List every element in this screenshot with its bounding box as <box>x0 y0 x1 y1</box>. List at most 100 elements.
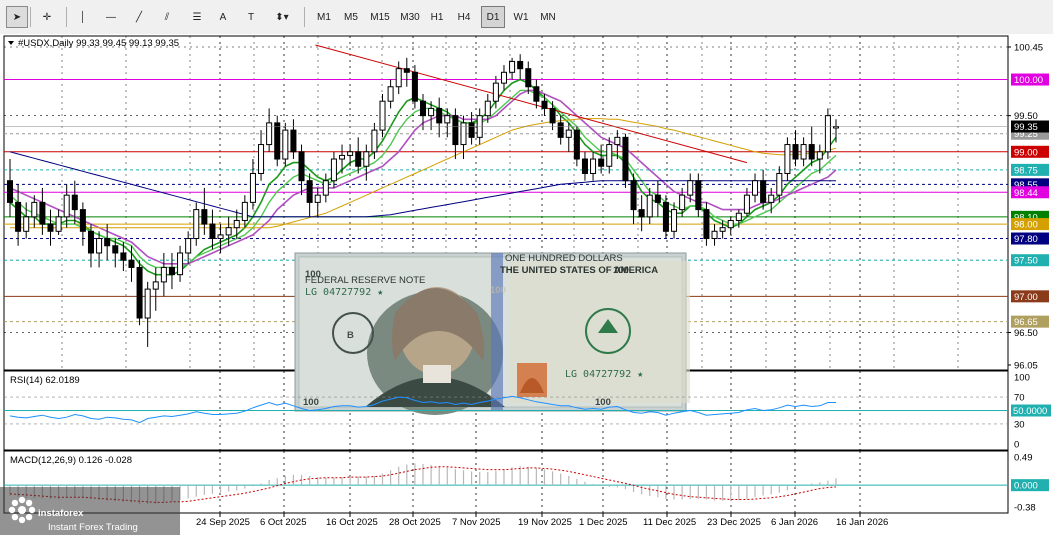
logo-dot <box>18 496 26 504</box>
date-axis-label-4: 7 Nov 2025 <box>452 517 501 528</box>
candle-body <box>460 122 467 146</box>
candle-body <box>79 209 86 232</box>
price-axis-label-100-00: 100.00 <box>1014 75 1043 86</box>
candle-body <box>144 288 151 319</box>
date-axis-label-6: 1 Dec 2025 <box>579 517 628 528</box>
candle-body <box>630 180 637 211</box>
timeframe-h1-button[interactable]: H1 <box>425 6 449 28</box>
chart-canvas: #USDX,Daily 99.33 99.45 99.13 99.35 B 100 1… <box>0 34 1053 535</box>
candle-body <box>355 151 362 167</box>
timeframe-m15-button[interactable]: M15 <box>366 6 394 28</box>
watermark-brand: instaforex <box>38 508 84 519</box>
candle-body <box>403 68 410 73</box>
watermark-tagline: Instant Forex Trading <box>48 522 138 533</box>
candle-body <box>687 180 694 196</box>
date-axis-label-5: 19 Nov 2025 <box>518 517 572 528</box>
candle-body <box>768 194 775 203</box>
crosshair-icon[interactable]: ✛ <box>36 6 58 28</box>
candle-body <box>800 144 807 160</box>
price-axis-label-98-00: 98.00 <box>1014 220 1038 231</box>
candle-body <box>96 238 103 254</box>
horizontal-line-icon[interactable]: — <box>100 6 122 28</box>
candle-body <box>662 201 669 232</box>
candle-body <box>679 194 686 211</box>
logo-dot <box>18 516 26 524</box>
date-axis-label-9: 6 Jan 2026 <box>771 517 818 528</box>
candle-body <box>419 100 427 117</box>
timeframe-h4-button[interactable]: H4 <box>452 6 476 28</box>
price-axis-label-100-45: 100.45 <box>1014 43 1043 54</box>
vertical-line-icon[interactable]: │ <box>72 6 94 28</box>
candle-body <box>87 230 94 254</box>
text-icon[interactable]: A <box>212 6 234 28</box>
toolbar-separator <box>304 7 305 27</box>
candle-body <box>411 71 418 102</box>
candle-body <box>241 201 248 221</box>
candle-body <box>500 71 507 84</box>
candle <box>274 115 281 167</box>
candle-body <box>347 151 354 156</box>
candle-body <box>549 107 556 124</box>
timeframe-m30-button[interactable]: M30 <box>396 6 424 28</box>
current-price-label: 99.35 <box>1014 122 1038 133</box>
trendline-icon[interactable]: ╱ <box>128 6 150 28</box>
rsi-axis-label-50: 50.0000 <box>1013 406 1047 417</box>
candle-body <box>104 238 111 247</box>
candle-body <box>598 158 605 167</box>
logo-dot <box>28 506 36 514</box>
timeframe-d1-button[interactable]: D1 <box>481 6 505 28</box>
candle-body <box>808 144 815 160</box>
denomination-100-bottom-left: 100 <box>303 397 319 408</box>
logo-dot <box>25 513 33 521</box>
text-label-icon[interactable]: T <box>240 6 262 28</box>
timeframe-m5-button[interactable]: M5 <box>339 6 363 28</box>
timeframe-mn-button[interactable]: MN <box>536 6 560 28</box>
candle-body <box>752 180 759 196</box>
candle-body <box>128 259 135 268</box>
candle-body <box>290 129 297 153</box>
candle-body <box>63 194 70 218</box>
candle-body <box>581 158 588 174</box>
candle-body <box>152 281 159 290</box>
rsi-axis-label-30: 30 <box>1014 419 1025 430</box>
banknote-country: THE UNITED STATES OF AMERICA <box>500 265 658 276</box>
banknote-serial-top: LG 04727792 ★ <box>305 287 383 298</box>
date-axis-label-1: 6 Oct 2025 <box>260 517 306 528</box>
candle-body <box>452 115 459 146</box>
timeframe-m1-button[interactable]: M1 <box>312 6 336 28</box>
toolbar: ➤ ✛ │ — ╱ ⫽ ☰ A T ⬍▾ M1 M5 M15 M30 H1 H4 D1 W1 MN <box>0 0 1053 35</box>
arrows-dropdown-icon[interactable]: ⬍▾ <box>266 6 298 28</box>
equidistant-channel-icon[interactable]: ⫽ <box>156 6 178 28</box>
candle-body <box>168 266 175 276</box>
cursor-icon[interactable]: ➤ <box>6 6 28 28</box>
candle-body <box>776 172 783 196</box>
candle-body <box>703 209 710 240</box>
candle-body <box>71 194 78 211</box>
candle-body <box>606 144 613 167</box>
candle-body <box>217 234 224 240</box>
candle-body <box>792 144 799 160</box>
price-axis-label-97-50: 97.50 <box>1014 256 1038 267</box>
fibonacci-icon[interactable]: ☰ <box>186 6 208 28</box>
price-axis-label-97-00: 97.00 <box>1014 292 1038 303</box>
candle <box>136 260 143 326</box>
price-axis-label-98-44: 98.44 <box>1014 188 1038 199</box>
rsi-axis-label-0: 0 <box>1014 440 1019 451</box>
candle-body <box>55 216 62 232</box>
candle <box>622 133 629 188</box>
logo-dot <box>11 499 19 507</box>
candle-body <box>209 223 216 240</box>
chart-symbol-header: #USDX,Daily 99.33 99.45 99.13 99.35 <box>18 38 179 49</box>
candle-body <box>39 201 46 225</box>
candle-body <box>322 180 329 196</box>
candle-body <box>654 194 661 203</box>
timeframe-w1-button[interactable]: W1 <box>509 6 533 28</box>
candle-body <box>266 122 273 146</box>
candle-body <box>258 144 265 174</box>
candle-body <box>363 151 370 167</box>
candle-body <box>484 100 491 117</box>
candle-body <box>557 122 564 138</box>
portrait-collar <box>423 365 451 383</box>
price-axis-label-97-80: 97.80 <box>1014 234 1038 245</box>
date-axis-label-3: 28 Oct 2025 <box>389 517 441 528</box>
